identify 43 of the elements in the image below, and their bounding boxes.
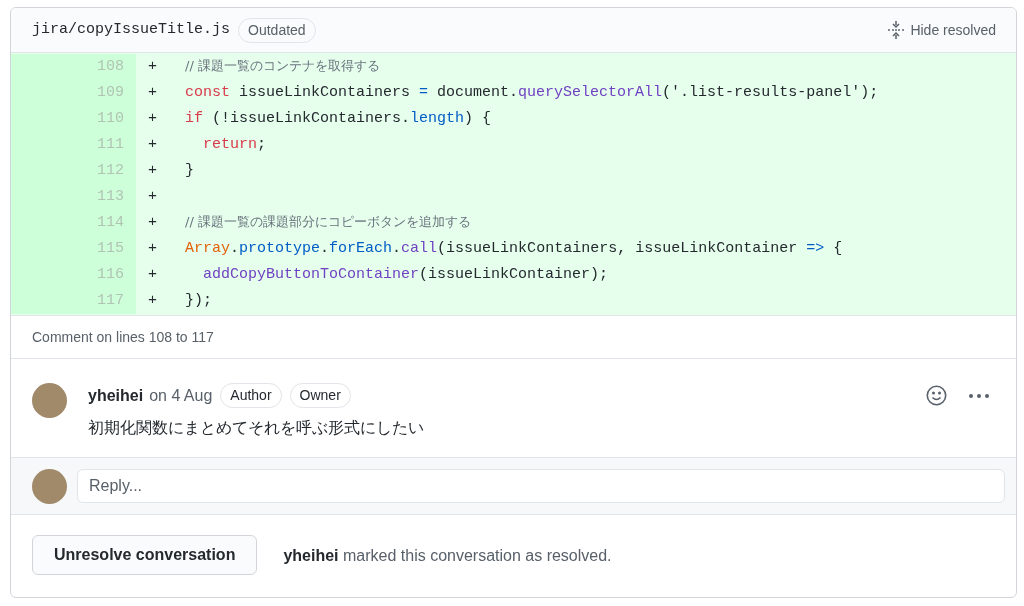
author-link[interactable]: yheihei (88, 383, 144, 408)
code-line: addCopyButtonToContainer(issueLinkContainer); (202, 264, 609, 285)
reply-field[interactable]: Reply... (77, 469, 1005, 503)
diff-sign: + (147, 238, 158, 259)
line-number: 112 (11, 158, 136, 184)
avatar[interactable] (32, 468, 67, 504)
code-line: // 課題一覧の課題部分にコピーボタンを追加する (185, 212, 471, 231)
diff-sign: + (147, 82, 158, 103)
diff-sign: + (147, 108, 158, 129)
comment-body: 初期化関数にまとめてそれを呼ぶ形式にしたい (88, 418, 425, 438)
line-number: 111 (11, 132, 136, 158)
diff-sign: + (147, 264, 158, 285)
resolved-status-text: yheihei marked this conversation as resolved. (283, 546, 612, 566)
code-line: // 課題一覧のコンテナを取得する (185, 56, 380, 75)
line-number: 108 (11, 54, 136, 80)
line-number: 116 (11, 262, 136, 288)
diff-sign: + (147, 160, 158, 181)
diff-sign: + (147, 186, 158, 207)
line-number: 114 (11, 210, 136, 236)
comment-date[interactable]: on 4 Aug (149, 383, 213, 408)
code-line: } (185, 160, 194, 181)
comment-range-text: Comment on lines 108 to 117 (32, 327, 214, 347)
hide-resolved-button[interactable]: Hide resolved (888, 19, 996, 41)
line-number: 109 (11, 80, 136, 106)
code-line: if (!issueLinkContainers.length) { (185, 108, 492, 129)
line-number: 113 (11, 184, 136, 210)
avatar[interactable] (32, 383, 67, 418)
code-line: return; (202, 134, 267, 155)
emoji-icon[interactable] (926, 385, 947, 406)
line-number: 117 (11, 288, 136, 314)
unresolve-conversation-button[interactable]: Unresolve conversation (32, 535, 258, 575)
fold-icon (888, 21, 905, 39)
diff-sign: + (147, 290, 158, 311)
code-line: const issueLinkContainers = document.querySelectorAll('.list-results-panel'); (185, 82, 879, 103)
more-options-icon[interactable] (968, 392, 990, 399)
code-line: Array.prototype.forEach.call(issueLinkContainers, issueLinkContainer => { (185, 238, 843, 259)
diff-sign: + (147, 134, 158, 155)
diff-sign: + (147, 212, 158, 233)
file-path[interactable]: jira/copyIssueTitle.js (32, 18, 231, 42)
diff-sign: + (147, 56, 158, 77)
line-number: 115 (11, 236, 136, 262)
line-number: 110 (11, 106, 136, 132)
code-line: }); (185, 290, 212, 311)
